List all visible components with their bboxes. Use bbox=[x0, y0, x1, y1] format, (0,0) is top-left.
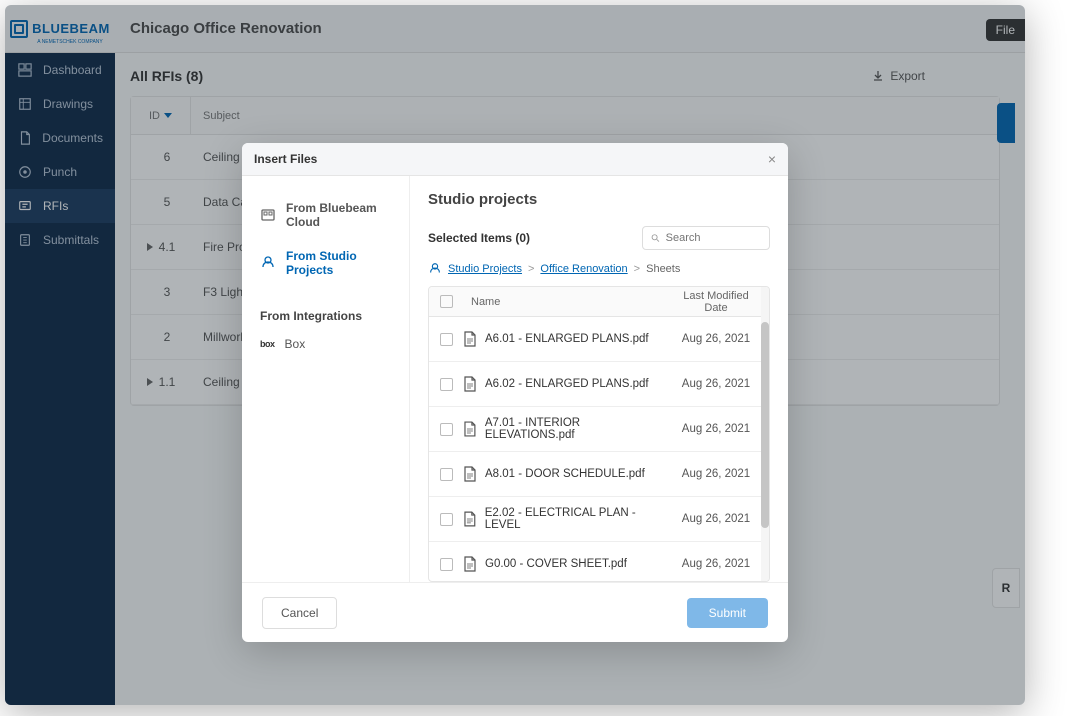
box-icon: box bbox=[260, 339, 275, 349]
cloud-icon bbox=[260, 207, 276, 223]
file-row[interactable]: A7.01 - INTERIOR ELEVATIONS.pdf Aug 26, … bbox=[429, 407, 761, 452]
file-icon bbox=[463, 376, 477, 392]
source-box[interactable]: box Box bbox=[242, 331, 409, 357]
right-panel-title: Studio projects bbox=[428, 191, 770, 208]
file-name: A7.01 - INTERIOR ELEVATIONS.pdf bbox=[463, 417, 671, 441]
select-all-checkbox-cell bbox=[429, 295, 463, 308]
file-checkbox[interactable] bbox=[440, 468, 453, 481]
breadcrumb-link[interactable]: Office Renovation bbox=[540, 263, 627, 275]
modal-footer: Cancel Submit bbox=[242, 582, 788, 642]
file-name: E2.02 - ELECTRICAL PLAN - LEVEL bbox=[463, 507, 671, 531]
app-container: BLUEBEAM A NEMETSCHEK COMPANY Chicago Of… bbox=[5, 5, 1025, 705]
file-checkbox-cell bbox=[429, 378, 463, 391]
file-checkbox-cell bbox=[429, 333, 463, 346]
source-label: Box bbox=[285, 337, 306, 351]
select-all-checkbox[interactable] bbox=[440, 295, 453, 308]
file-checkbox[interactable] bbox=[440, 558, 453, 571]
cancel-button[interactable]: Cancel bbox=[262, 597, 337, 629]
file-row[interactable]: A8.01 - DOOR SCHEDULE.pdf Aug 26, 2021 bbox=[429, 452, 761, 497]
file-icon bbox=[463, 511, 477, 527]
modal-left-panel: From Bluebeam Cloud From Studio Projects… bbox=[242, 176, 410, 582]
file-date: Aug 26, 2021 bbox=[671, 423, 761, 435]
column-date[interactable]: Last Modified Date bbox=[671, 290, 761, 314]
file-name: A6.01 - ENLARGED PLANS.pdf bbox=[463, 331, 671, 347]
source-bluebeam-cloud[interactable]: From Bluebeam Cloud bbox=[242, 191, 409, 239]
close-icon[interactable]: × bbox=[768, 151, 776, 167]
file-table: Name Last Modified Date A6.01 - ENLARGED… bbox=[428, 286, 770, 582]
file-icon bbox=[463, 421, 477, 437]
file-table-inner: Name Last Modified Date A6.01 - ENLARGED… bbox=[429, 287, 761, 581]
file-checkbox-cell bbox=[429, 513, 463, 526]
file-date: Aug 26, 2021 bbox=[671, 468, 761, 480]
breadcrumb: Studio Projects > Office Renovation > Sh… bbox=[428, 262, 770, 276]
file-checkbox-cell bbox=[429, 423, 463, 436]
search-box[interactable] bbox=[642, 226, 770, 250]
file-row[interactable]: A6.01 - ENLARGED PLANS.pdf Aug 26, 2021 bbox=[429, 317, 761, 362]
search-icon bbox=[651, 233, 660, 243]
submit-button[interactable]: Submit bbox=[687, 598, 768, 628]
modal-header: Insert Files × bbox=[242, 143, 788, 176]
file-checkbox[interactable] bbox=[440, 333, 453, 346]
file-row[interactable]: G0.00 - COVER SHEET.pdf Aug 26, 2021 bbox=[429, 542, 761, 581]
file-checkbox-cell bbox=[429, 558, 463, 571]
search-input[interactable] bbox=[666, 232, 761, 244]
modal-right-panel: Studio projects Selected Items (0) Studi… bbox=[410, 176, 788, 582]
column-name[interactable]: Name bbox=[463, 296, 671, 308]
file-row[interactable]: A6.02 - ENLARGED PLANS.pdf Aug 26, 2021 bbox=[429, 362, 761, 407]
file-icon bbox=[463, 556, 477, 572]
breadcrumb-separator: > bbox=[528, 263, 534, 275]
file-checkbox[interactable] bbox=[440, 513, 453, 526]
insert-files-modal: Insert Files × From Bluebeam Cloud bbox=[242, 143, 788, 642]
file-icon bbox=[463, 466, 477, 482]
file-checkbox[interactable] bbox=[440, 378, 453, 391]
file-name: A6.02 - ENLARGED PLANS.pdf bbox=[463, 376, 671, 392]
source-label: From Bluebeam Cloud bbox=[286, 201, 391, 229]
file-name: G0.00 - COVER SHEET.pdf bbox=[463, 556, 671, 572]
scrollbar[interactable] bbox=[761, 287, 769, 581]
file-table-header: Name Last Modified Date bbox=[429, 287, 761, 317]
selected-row: Selected Items (0) bbox=[428, 226, 770, 250]
source-label: From Studio Projects bbox=[286, 249, 391, 277]
file-icon bbox=[463, 331, 477, 347]
file-date: Aug 26, 2021 bbox=[671, 378, 761, 390]
file-checkbox-cell bbox=[429, 468, 463, 481]
file-row[interactable]: E2.02 - ELECTRICAL PLAN - LEVEL Aug 26, … bbox=[429, 497, 761, 542]
source-studio-projects[interactable]: From Studio Projects bbox=[242, 239, 409, 287]
studio-icon bbox=[428, 262, 442, 276]
modal-overlay: Insert Files × From Bluebeam Cloud bbox=[5, 5, 1025, 705]
file-date: Aug 26, 2021 bbox=[671, 333, 761, 345]
file-name: A8.01 - DOOR SCHEDULE.pdf bbox=[463, 466, 671, 482]
file-date: Aug 26, 2021 bbox=[671, 513, 761, 525]
scrollbar-thumb[interactable] bbox=[761, 322, 769, 528]
breadcrumb-link[interactable]: Studio Projects bbox=[448, 263, 522, 275]
selected-items-count: Selected Items (0) bbox=[428, 231, 530, 245]
breadcrumb-current: Sheets bbox=[646, 263, 680, 275]
modal-title: Insert Files bbox=[254, 152, 317, 166]
file-date: Aug 26, 2021 bbox=[671, 558, 761, 570]
integrations-heading: From Integrations bbox=[242, 287, 409, 331]
studio-icon bbox=[260, 255, 276, 271]
modal-body: From Bluebeam Cloud From Studio Projects… bbox=[242, 176, 788, 582]
file-checkbox[interactable] bbox=[440, 423, 453, 436]
breadcrumb-separator: > bbox=[634, 263, 640, 275]
